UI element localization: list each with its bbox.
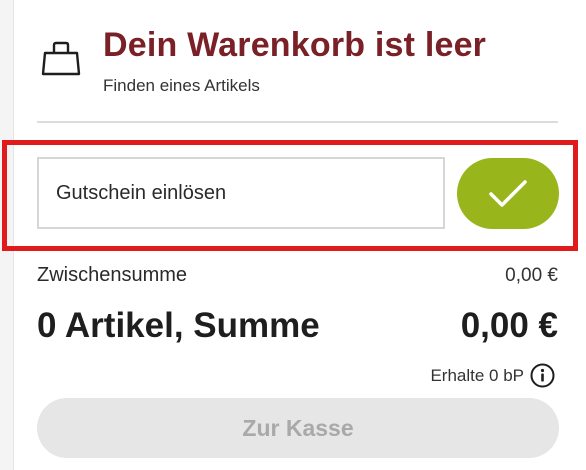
checkmark-icon <box>489 179 527 207</box>
bonus-points-text: Erhalte 0 bP <box>430 365 524 385</box>
subtotal-label: Zwischensumme <box>37 264 188 286</box>
bonus-points-row: Erhalte 0 bP <box>430 363 555 388</box>
empty-cart-title: Dein Warenkorb ist leer <box>103 26 487 64</box>
voucher-input[interactable] <box>37 157 445 229</box>
voucher-submit-button[interactable] <box>457 158 559 229</box>
shopping-bag-icon <box>41 41 81 76</box>
subtotal-value: 0,00 € <box>505 265 558 286</box>
info-icon[interactable] <box>530 363 555 388</box>
checkout-button[interactable]: Zur Kasse <box>37 398 559 458</box>
total-label: 0 Artikel, Summe <box>37 306 320 345</box>
total-value: 0,00 € <box>460 306 558 345</box>
divider <box>37 121 558 123</box>
find-article-text: Finden eines Artikels <box>103 76 260 95</box>
